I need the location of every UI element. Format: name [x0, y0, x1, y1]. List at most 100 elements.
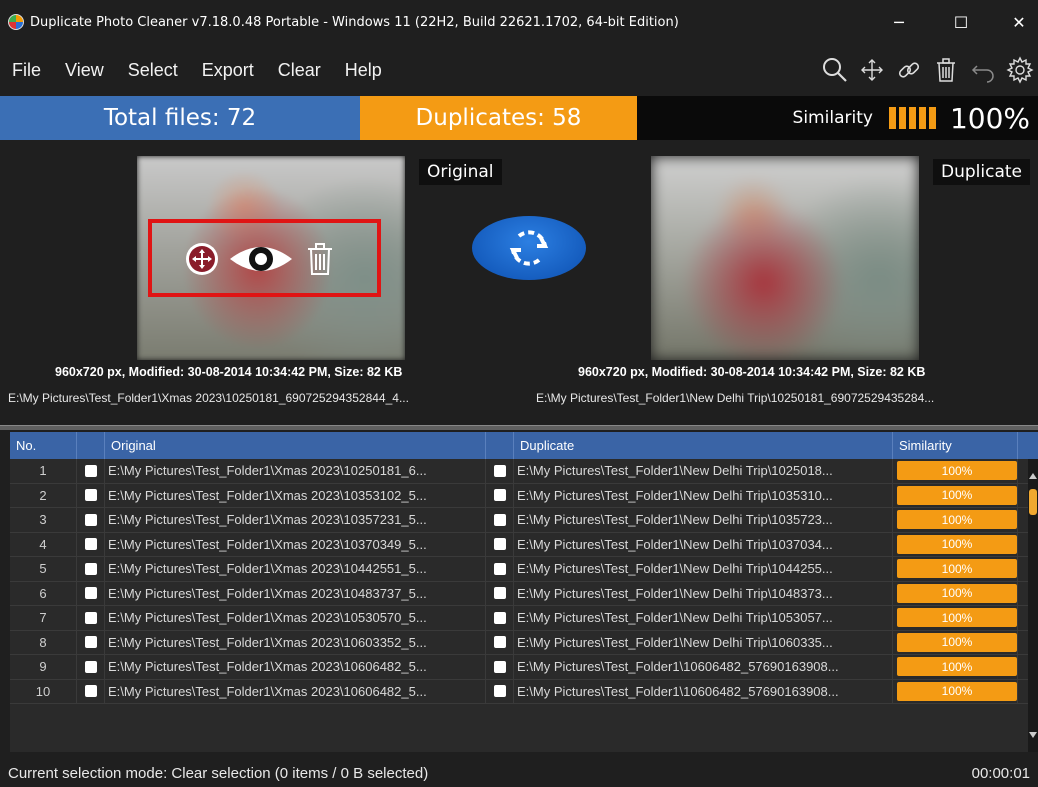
menu-export[interactable]: Export: [190, 60, 266, 81]
duplicate-checkbox[interactable]: [486, 630, 514, 654]
original-path-cell[interactable]: E:\My Pictures\Test_Folder1\Xmas 2023\10…: [105, 508, 486, 532]
menu-view[interactable]: View: [53, 60, 116, 81]
original-path-cell[interactable]: E:\My Pictures\Test_Folder1\Xmas 2023\10…: [105, 532, 486, 556]
original-checkbox[interactable]: [77, 630, 105, 654]
menu-clear[interactable]: Clear: [266, 60, 333, 81]
header-no[interactable]: No.: [10, 432, 77, 459]
original-checkbox[interactable]: [77, 679, 105, 703]
table-row[interactable]: 2 E:\My Pictures\Test_Folder1\Xmas 2023\1…: [10, 483, 1028, 508]
undo-icon[interactable]: [964, 50, 1001, 90]
duplicate-checkbox[interactable]: [486, 679, 514, 703]
checkbox-box[interactable]: [493, 489, 506, 502]
duplicate-checkbox[interactable]: [486, 606, 514, 630]
header-original[interactable]: Original: [105, 432, 486, 459]
checkbox-box[interactable]: [84, 636, 97, 649]
duplicate-path-cell[interactable]: E:\My Pictures\Test_Folder1\New Delhi Tr…: [514, 459, 893, 483]
original-checkbox[interactable]: [77, 459, 105, 483]
panel-splitter[interactable]: [0, 425, 1038, 430]
menu-file[interactable]: File: [0, 60, 53, 81]
checkbox-box[interactable]: [84, 611, 97, 624]
original-checkbox[interactable]: [77, 655, 105, 679]
original-checkbox[interactable]: [77, 557, 105, 581]
duplicate-checkbox[interactable]: [486, 508, 514, 532]
duplicate-path-cell[interactable]: E:\My Pictures\Test_Folder1\New Delhi Tr…: [514, 557, 893, 581]
original-path-cell[interactable]: E:\My Pictures\Test_Folder1\Xmas 2023\10…: [105, 606, 486, 630]
duplicate-path-cell[interactable]: E:\My Pictures\Test_Folder1\10606482_576…: [514, 679, 893, 703]
table-row[interactable]: 1 E:\My Pictures\Test_Folder1\Xmas 2023\1…: [10, 459, 1028, 484]
move-icon[interactable]: [853, 50, 890, 90]
original-path-cell[interactable]: E:\My Pictures\Test_Folder1\Xmas 2023\10…: [105, 483, 486, 507]
original-checkbox[interactable]: [77, 508, 105, 532]
table-row[interactable]: 8 E:\My Pictures\Test_Folder1\Xmas 2023\1…: [10, 630, 1028, 655]
original-path-cell[interactable]: E:\My Pictures\Test_Folder1\Xmas 2023\10…: [105, 581, 486, 605]
table-row[interactable]: 10 E:\My Pictures\Test_Folder1\Xmas 2023\…: [10, 679, 1028, 704]
duplicate-path-cell[interactable]: E:\My Pictures\Test_Folder1\New Delhi Tr…: [514, 606, 893, 630]
checkbox-box[interactable]: [493, 513, 506, 526]
duplicate-path-cell[interactable]: E:\My Pictures\Test_Folder1\New Delhi Tr…: [514, 483, 893, 507]
table-row[interactable]: 6 E:\My Pictures\Test_Folder1\Xmas 2023\1…: [10, 581, 1028, 606]
checkbox-box[interactable]: [493, 562, 506, 575]
swap-button[interactable]: [472, 216, 586, 280]
maximize-button[interactable]: ☐: [938, 0, 984, 44]
settings-icon[interactable]: [1001, 50, 1038, 90]
checkbox-box[interactable]: [493, 587, 506, 600]
duplicate-path-cell[interactable]: E:\My Pictures\Test_Folder1\New Delhi Tr…: [514, 630, 893, 654]
table-row[interactable]: 5 E:\My Pictures\Test_Folder1\Xmas 2023\1…: [10, 557, 1028, 582]
duplicate-photo[interactable]: [651, 156, 919, 360]
table-row[interactable]: 3 E:\My Pictures\Test_Folder1\Xmas 2023\1…: [10, 508, 1028, 533]
duplicate-checkbox[interactable]: [486, 532, 514, 556]
view-icon[interactable]: [226, 237, 296, 281]
original-checkbox[interactable]: [77, 581, 105, 605]
duplicate-checkbox[interactable]: [486, 557, 514, 581]
checkbox-box[interactable]: [84, 587, 97, 600]
checkbox-box[interactable]: [84, 538, 97, 551]
original-path-cell[interactable]: E:\My Pictures\Test_Folder1\Xmas 2023\10…: [105, 459, 486, 483]
checkbox-box[interactable]: [84, 513, 97, 526]
duplicate-path-cell[interactable]: E:\My Pictures\Test_Folder1\New Delhi Tr…: [514, 508, 893, 532]
duplicate-path-cell[interactable]: E:\My Pictures\Test_Folder1\New Delhi Tr…: [514, 581, 893, 605]
delete-icon[interactable]: [296, 237, 344, 281]
checkbox-box[interactable]: [84, 562, 97, 575]
header-similarity[interactable]: Similarity: [893, 432, 1018, 459]
duplicate-path-cell[interactable]: E:\My Pictures\Test_Folder1\New Delhi Tr…: [514, 532, 893, 556]
checkbox-box[interactable]: [84, 685, 97, 698]
table-row[interactable]: 7 E:\My Pictures\Test_Folder1\Xmas 2023\1…: [10, 606, 1028, 631]
scroll-up-arrow-icon[interactable]: [1029, 473, 1037, 479]
link-icon[interactable]: [890, 50, 927, 90]
duplicate-checkbox[interactable]: [486, 483, 514, 507]
checkbox-box[interactable]: [84, 660, 97, 673]
header-check-duplicate[interactable]: [486, 432, 514, 459]
original-checkbox[interactable]: [77, 483, 105, 507]
original-path-cell[interactable]: E:\My Pictures\Test_Folder1\Xmas 2023\10…: [105, 655, 486, 679]
close-button[interactable]: ✕: [996, 0, 1038, 44]
duplicate-path-cell[interactable]: E:\My Pictures\Test_Folder1\10606482_576…: [514, 655, 893, 679]
checkbox-box[interactable]: [84, 489, 97, 502]
menu-select[interactable]: Select: [116, 60, 190, 81]
scroll-down-arrow-icon[interactable]: [1029, 732, 1037, 738]
checkbox-box[interactable]: [493, 685, 506, 698]
header-duplicate[interactable]: Duplicate: [514, 432, 893, 459]
checkbox-box[interactable]: [493, 611, 506, 624]
checkbox-box[interactable]: [493, 636, 506, 649]
original-photo[interactable]: [137, 156, 405, 360]
menu-help[interactable]: Help: [333, 60, 394, 81]
checkbox-box[interactable]: [493, 660, 506, 673]
duplicate-checkbox[interactable]: [486, 655, 514, 679]
original-path-cell[interactable]: E:\My Pictures\Test_Folder1\Xmas 2023\10…: [105, 630, 486, 654]
trash-icon[interactable]: [927, 50, 964, 90]
search-icon[interactable]: [816, 50, 853, 90]
original-path-cell[interactable]: E:\My Pictures\Test_Folder1\Xmas 2023\10…: [105, 679, 486, 703]
table-row[interactable]: 9 E:\My Pictures\Test_Folder1\Xmas 2023\1…: [10, 655, 1028, 680]
original-path-cell[interactable]: E:\My Pictures\Test_Folder1\Xmas 2023\10…: [105, 557, 486, 581]
grid-scrollbar[interactable]: [1028, 459, 1038, 752]
scroll-thumb[interactable]: [1029, 489, 1037, 515]
original-checkbox[interactable]: [77, 532, 105, 556]
checkbox-box[interactable]: [84, 464, 97, 477]
minimize-button[interactable]: ─: [876, 0, 922, 44]
duplicate-checkbox[interactable]: [486, 459, 514, 483]
checkbox-box[interactable]: [493, 464, 506, 477]
move-icon[interactable]: [178, 237, 226, 281]
duplicate-checkbox[interactable]: [486, 581, 514, 605]
checkbox-box[interactable]: [493, 538, 506, 551]
original-checkbox[interactable]: [77, 606, 105, 630]
